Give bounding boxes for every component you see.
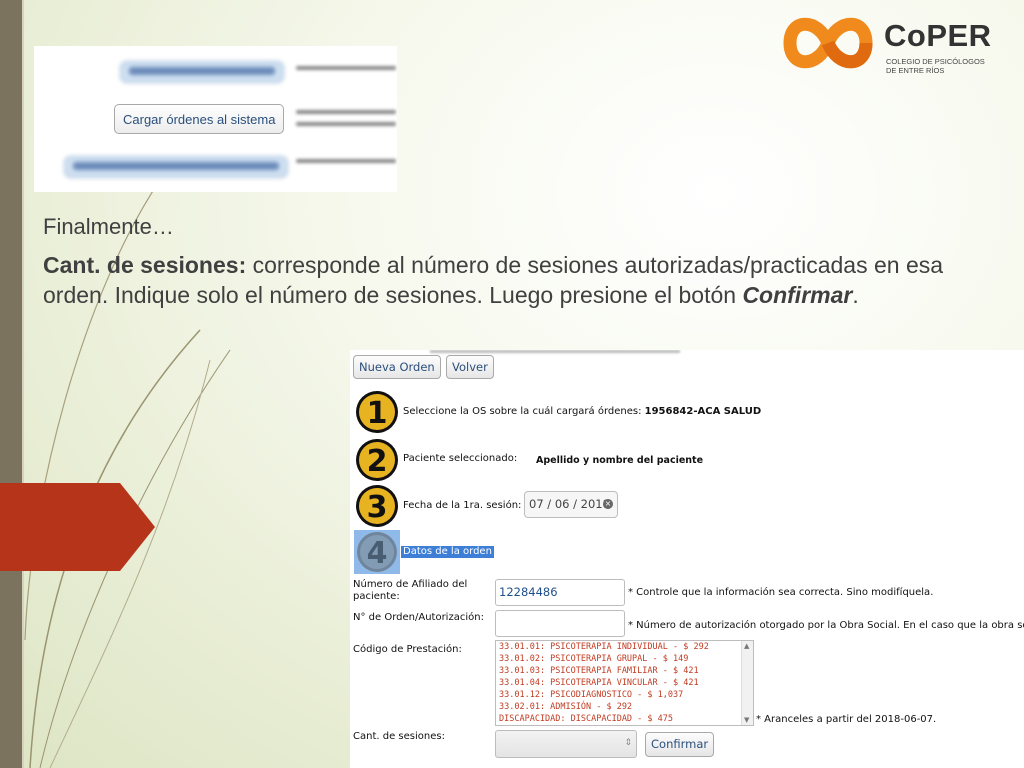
step-2-number: 2 — [367, 444, 388, 479]
intro-text: Finalmente… — [43, 214, 174, 239]
back-button[interactable]: Volver — [446, 355, 494, 379]
step-4-number: 4 — [367, 536, 388, 571]
sessions-label: Cant. de sesiones: — [353, 731, 445, 742]
affiliate-number-input[interactable]: 12284486 — [495, 579, 625, 606]
coper-logo: CoPER COLEGIO DE PSICÓLOGOS DE ENTRE RÍO… — [778, 8, 1008, 80]
order-number-label: N° de Orden/Autorización: — [353, 612, 484, 623]
service-option[interactable]: 33.01.12: PSICODIAGNOSTICO - $ 1,037 — [496, 689, 753, 701]
blurred-button — [64, 156, 288, 178]
order-data-heading: Datos de la orden — [401, 546, 494, 558]
blurred-text — [296, 110, 396, 114]
load-orders-button[interactable]: Cargar órdenes al sistema — [114, 104, 285, 134]
confirm-button[interactable]: Confirmar — [645, 732, 715, 757]
service-code-note: * Aranceles a partir del 2018-06-07. — [756, 714, 937, 725]
blurred-button — [120, 61, 284, 83]
service-option[interactable]: 33.01.04: PSICOTERAPIA VINCULAR - $ 421 — [496, 677, 753, 689]
clear-date-icon[interactable]: × — [603, 499, 613, 509]
scroll-down-icon[interactable]: ▼ — [744, 716, 749, 724]
service-code-listbox[interactable]: 33.01.01: PSICOTERAPIA INDIVIDUAL - $ 29… — [495, 640, 754, 726]
service-option[interactable]: DISCAPACIDAD: DISCAPACIDAD - $ 475 — [496, 713, 753, 725]
order-number-note: * Número de autorización otorgado por la… — [628, 620, 1024, 631]
instruction-end: . — [852, 282, 859, 308]
date-value: 07 / 06 / 2018 — [529, 497, 610, 511]
blurred-text — [296, 66, 396, 70]
patient-name-value: Apellido y nombre del paciente — [536, 455, 704, 466]
menu-screenshot: Cargar órdenes al sistema — [34, 46, 397, 192]
new-order-button[interactable]: Nueva Orden — [353, 355, 441, 379]
scroll-up-icon[interactable]: ▲ — [744, 642, 749, 650]
service-option[interactable]: 33.01.01: PSICOTERAPIA INDIVIDUAL - $ 29… — [496, 641, 753, 653]
step-3-label: Fecha de la 1ra. sesión: — [403, 500, 522, 511]
order-number-input[interactable] — [495, 610, 625, 637]
red-arrow-decor — [0, 483, 155, 571]
step-1-text: Seleccione la OS sobre la cuál cargará ó… — [403, 406, 645, 417]
affiliate-note: * Controle que la información sea correc… — [628, 587, 934, 598]
cropped-text-line — [430, 350, 680, 353]
service-option[interactable]: 33.01.03: PSICOTERAPIA FAMILIAR - $ 421 — [496, 665, 753, 677]
affiliate-label: Número de Afiliado del paciente: — [353, 579, 468, 602]
step-1-icon: 1 — [356, 391, 398, 433]
sessions-input[interactable]: ⇕ — [495, 730, 637, 758]
step-3-icon: 3 — [356, 485, 398, 527]
listbox-scrollbar[interactable]: ▲ ▼ — [741, 641, 753, 725]
blurred-text — [296, 122, 396, 126]
step-2-label: Paciente seleccionado: — [403, 453, 518, 464]
logo-subtitle-line1: COLEGIO DE PSICÓLOGOS — [886, 57, 985, 66]
first-session-date-input[interactable]: 07 / 06 / 2018 × — [524, 491, 618, 518]
step-1-number: 1 — [367, 396, 388, 431]
step-2-icon: 2 — [356, 439, 398, 481]
logo-subtitle: COLEGIO DE PSICÓLOGOS DE ENTRE RÍOS — [886, 57, 985, 75]
confirm-emphasis: Confirmar — [742, 282, 853, 308]
logo-subtitle-line2: DE ENTRE RÍOS — [886, 66, 945, 75]
step-1-label: Seleccione la OS sobre la cuál cargará ó… — [403, 406, 761, 417]
blurred-text — [296, 159, 396, 163]
service-option[interactable]: 33.01.02: PSICOTERAPIA GRUPAL - $ 149 — [496, 653, 753, 665]
logo-name: CoPER — [884, 18, 992, 53]
infinity-logo-icon — [783, 17, 873, 69]
order-form-screenshot: Nueva Orden Volver 1 Seleccione la OS so… — [350, 350, 1024, 768]
selected-os-value: 1956842-ACA SALUD — [644, 406, 762, 417]
step-3-number: 3 — [367, 490, 388, 525]
spinner-icon[interactable]: ⇕ — [624, 738, 632, 748]
step-4-icon: 4 — [357, 532, 397, 572]
term-label: Cant. de sesiones: — [43, 252, 247, 278]
instruction-paragraph: Cant. de sesiones: corresponde al número… — [43, 250, 1013, 310]
service-option[interactable]: 33.02.01: ADMISIÓN - $ 292 — [496, 701, 753, 713]
service-code-label: Código de Prestación: — [353, 644, 462, 655]
